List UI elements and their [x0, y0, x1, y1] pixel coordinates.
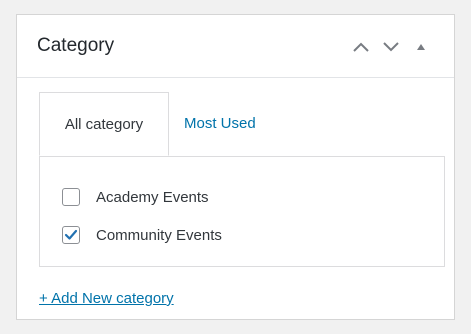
- move-up-button[interactable]: [346, 35, 376, 59]
- chevron-up-icon: [353, 42, 369, 52]
- category-panel: Category All category Most Used Academy …: [16, 14, 455, 320]
- tab-most-used-label: Most Used: [184, 115, 256, 132]
- tab-all-category[interactable]: All category: [39, 92, 169, 156]
- category-item-academy-events[interactable]: Academy Events: [62, 181, 222, 213]
- panel-header: Category: [17, 15, 454, 78]
- category-tabs: All category Most Used: [39, 92, 445, 160]
- add-new-category-link[interactable]: + Add New category: [39, 290, 174, 307]
- panel-title: Category: [37, 35, 115, 56]
- toggle-panel-button[interactable]: [406, 35, 436, 59]
- category-label: Community Events: [96, 226, 222, 244]
- category-item-community-events[interactable]: Community Events: [62, 219, 222, 251]
- tab-most-used[interactable]: Most Used: [184, 92, 256, 156]
- checkmark-icon: [64, 229, 78, 240]
- category-checklist-panel: Academy Events Community Events: [39, 156, 445, 267]
- caret-up-icon: [417, 44, 425, 50]
- panel-controls: [346, 35, 436, 59]
- chevron-down-icon: [383, 42, 399, 52]
- checkbox-community-events[interactable]: [62, 226, 80, 244]
- category-label: Academy Events: [96, 188, 209, 206]
- tab-all-category-label: All category: [64, 116, 144, 133]
- move-down-button[interactable]: [376, 35, 406, 59]
- category-checklist: Academy Events Community Events: [62, 181, 222, 257]
- checkbox-academy-events[interactable]: [62, 188, 80, 206]
